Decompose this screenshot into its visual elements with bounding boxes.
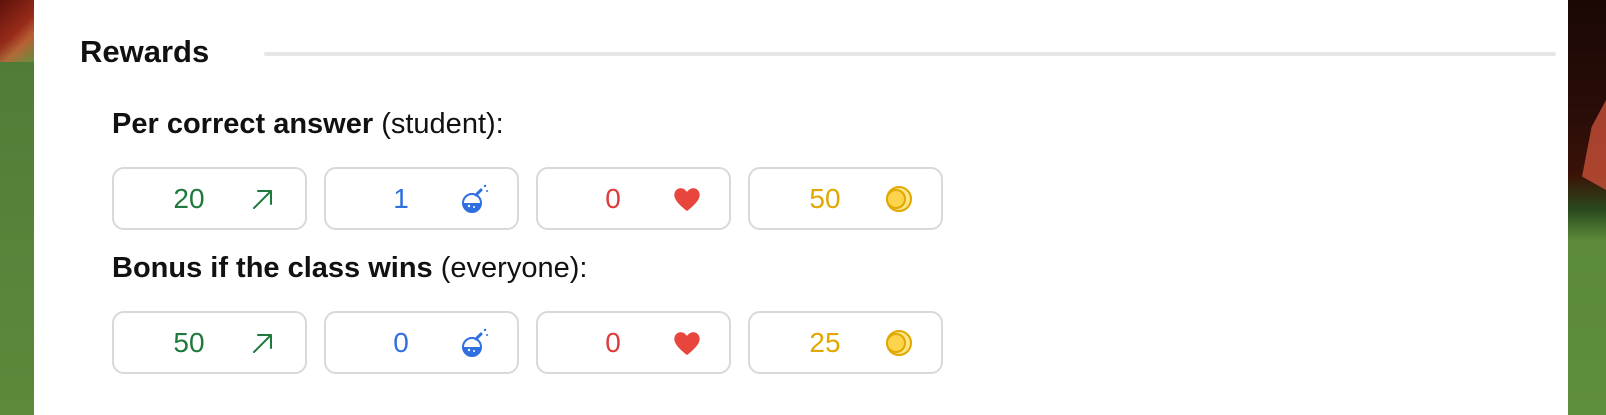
class-bonus-label-bold: Bonus if the class wins [112,252,433,284]
per-correct-heart-value[interactable]: 0 [538,169,688,228]
per-correct-label-note: (student): [373,108,504,140]
per-correct-gold-field[interactable]: 50 [748,167,943,230]
rewards-panel: Rewards Per correct answer (student): 20… [34,0,1568,415]
per-correct-xp-value[interactable]: 20 [114,169,264,228]
class-bonus-heart-field[interactable]: 0 [536,311,731,374]
class-bonus-heart-value[interactable]: 0 [538,313,688,372]
heart-icon [674,332,700,355]
potion-icon [462,184,488,213]
per-correct-xp-field[interactable]: 20 [112,167,307,230]
xp-arrow-icon [253,190,272,209]
class-bonus-potion-field[interactable]: 0 [324,311,519,374]
class-bonus-potion-value[interactable]: 0 [326,313,476,372]
section-divider [264,52,1556,56]
gold-coin-icon [886,330,912,356]
class-bonus-gold-field[interactable]: 25 [748,311,943,374]
heart-icon [674,188,700,211]
per-correct-heart-field[interactable]: 0 [536,167,731,230]
game-background-right [1568,0,1606,415]
class-bonus-label: Bonus if the class wins (everyone): [112,252,587,285]
game-background-left [0,0,34,415]
per-correct-potion-field[interactable]: 1 [324,167,519,230]
per-correct-potion-value[interactable]: 1 [326,169,476,228]
per-correct-gold-value[interactable]: 50 [750,169,900,228]
per-correct-label: Per correct answer (student): [112,108,504,141]
class-bonus-xp-field[interactable]: 50 [112,311,307,374]
section-title: Rewards [80,34,210,69]
per-correct-label-bold: Per correct answer [112,108,374,140]
class-bonus-label-note: (everyone): [432,252,588,284]
class-bonus-xp-value[interactable]: 50 [114,313,264,372]
class-bonus-rewards: 50 0 0 25 [112,311,943,374]
potion-icon [462,328,488,357]
class-bonus-gold-value[interactable]: 25 [750,313,900,372]
xp-arrow-icon [253,334,272,353]
per-correct-rewards: 20 1 0 50 [112,167,943,230]
gold-coin-icon [886,186,912,212]
